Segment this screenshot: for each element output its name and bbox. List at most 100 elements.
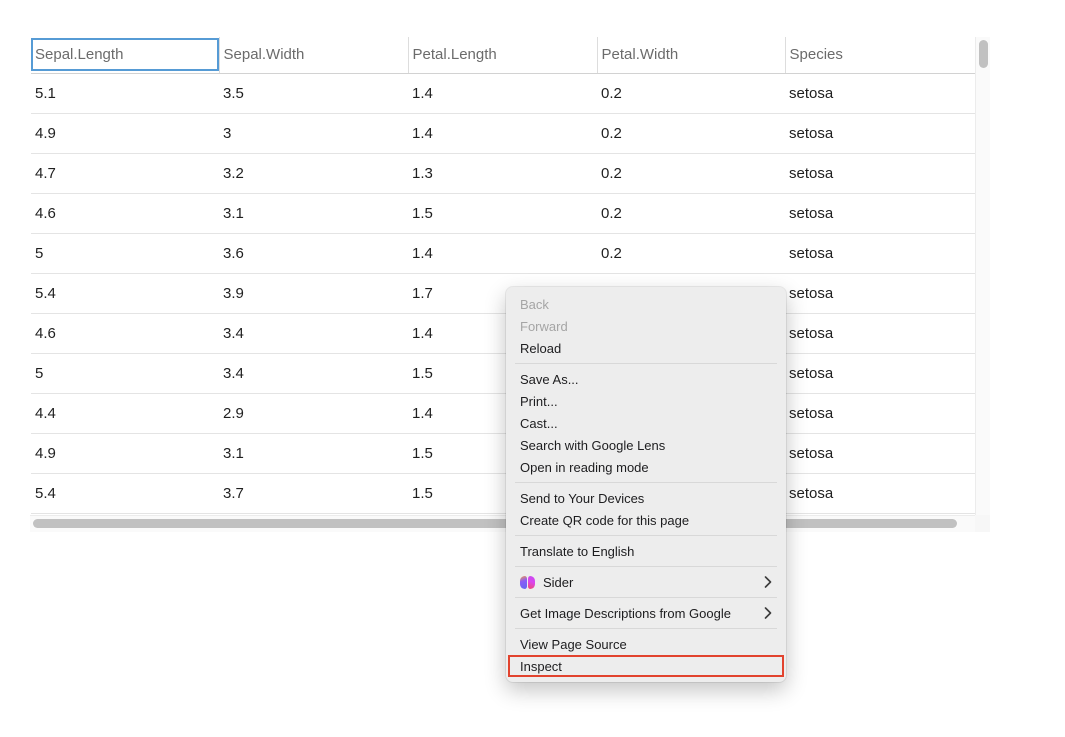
table-cell: 1.3 [408, 153, 597, 193]
table-row: 5.43.71.50.2setosa [31, 473, 975, 513]
table-row: 4.931.40.2setosa [31, 113, 975, 153]
table-cell: 0.2 [597, 193, 785, 233]
table-cell: setosa [785, 273, 975, 313]
menu-item-label: Sider [543, 575, 756, 590]
menu-item-label: Inspect [520, 659, 772, 674]
menu-item-open-in-reading-mode[interactable]: Open in reading mode [506, 456, 786, 478]
menu-item-label: Search with Google Lens [520, 438, 772, 453]
horizontal-scrollbar[interactable] [30, 515, 975, 532]
menu-item-back: Back [506, 293, 786, 315]
column-header-petal-length[interactable]: Petal.Length [408, 37, 597, 73]
menu-item-label: View Page Source [520, 637, 772, 652]
menu-item-sider[interactable]: Sider [506, 571, 786, 593]
menu-item-cast[interactable]: Cast... [506, 412, 786, 434]
table-body: 5.13.51.40.2setosa4.931.40.2setosa4.73.2… [31, 73, 975, 513]
menu-separator [515, 566, 777, 567]
column-header-label: Sepal.Width [224, 46, 305, 63]
menu-separator [515, 628, 777, 629]
column-header-label: Petal.Width [602, 46, 679, 63]
table-cell: 3.5 [219, 73, 408, 113]
table-cell: setosa [785, 393, 975, 433]
vertical-scrollbar-thumb[interactable] [979, 40, 988, 68]
table-cell: 0.2 [597, 73, 785, 113]
chevron-right-icon [764, 576, 772, 588]
column-header-species[interactable]: Species [785, 37, 975, 73]
table-cell: 3.1 [219, 433, 408, 473]
table-row: 4.63.41.40.3setosa [31, 313, 975, 353]
menu-item-save-as[interactable]: Save As... [506, 368, 786, 390]
menu-item-label: Print... [520, 394, 772, 409]
header-row: Sepal.Length Sepal.Width Petal.Length Petal… [31, 37, 975, 73]
table-cell: 1.5 [408, 193, 597, 233]
table-cell: 4.7 [31, 153, 219, 193]
column-header-sepal-width[interactable]: Sepal.Width [219, 37, 408, 73]
table-row: 4.42.91.40.2setosa [31, 393, 975, 433]
sider-brain-icon [520, 576, 535, 589]
column-header-label: Sepal.Length [35, 46, 123, 63]
table-cell: setosa [785, 313, 975, 353]
menu-item-reload[interactable]: Reload [506, 337, 786, 359]
table-cell: 1.4 [408, 113, 597, 153]
table-cell: setosa [785, 353, 975, 393]
table-row: 5.43.91.70.4setosa [31, 273, 975, 313]
table-cell: 3.2 [219, 153, 408, 193]
menu-item-label: Send to Your Devices [520, 491, 772, 506]
table-cell: 0.2 [597, 153, 785, 193]
table-cell: 3.1 [219, 193, 408, 233]
menu-item-label: Translate to English [520, 544, 772, 559]
table-cell: 2.9 [219, 393, 408, 433]
table-row: 4.63.11.50.2setosa [31, 193, 975, 233]
menu-separator [515, 597, 777, 598]
table-cell: 3 [219, 113, 408, 153]
menu-item-label: Cast... [520, 416, 772, 431]
column-header-petal-width[interactable]: Petal.Width [597, 37, 785, 73]
table-cell: setosa [785, 433, 975, 473]
table-cell: 5 [31, 233, 219, 273]
menu-item-label: Save As... [520, 372, 772, 387]
vertical-scrollbar[interactable] [975, 37, 990, 515]
menu-item-label: Forward [520, 319, 772, 334]
table-cell: 3.4 [219, 353, 408, 393]
menu-item-send-to-your-devices[interactable]: Send to Your Devices [506, 487, 786, 509]
column-header-sepal-length[interactable]: Sepal.Length [31, 37, 219, 73]
table-row: 4.93.11.50.1setosa [31, 433, 975, 473]
table-cell: 3.4 [219, 313, 408, 353]
table-cell: 1.4 [408, 233, 597, 273]
column-header-label: Species [790, 46, 843, 63]
horizontal-scrollbar-thumb[interactable] [33, 519, 957, 528]
menu-item-label: Get Image Descriptions from Google [520, 606, 756, 621]
menu-item-label: Open in reading mode [520, 460, 772, 475]
menu-separator [515, 535, 777, 536]
table-cell: 5 [31, 353, 219, 393]
menu-item-inspect[interactable]: Inspect [508, 655, 784, 677]
table-cell: 5.1 [31, 73, 219, 113]
table-cell: 4.4 [31, 393, 219, 433]
chevron-right-icon [764, 607, 772, 619]
menu-item-search-with-google-lens[interactable]: Search with Google Lens [506, 434, 786, 456]
menu-item-label: Back [520, 297, 772, 312]
menu-separator [515, 482, 777, 483]
menu-item-label: Create QR code for this page [520, 513, 772, 528]
menu-item-print[interactable]: Print... [506, 390, 786, 412]
table-row: 53.61.40.2setosa [31, 233, 975, 273]
table-cell: 3.9 [219, 273, 408, 313]
column-header-label: Petal.Length [413, 46, 497, 63]
page: { "table": { "columns": ["Sepal.Length",… [0, 0, 1065, 737]
scrollbar-corner [975, 515, 990, 532]
table-cell: 5.4 [31, 273, 219, 313]
table-cell: setosa [785, 473, 975, 513]
menu-item-translate-to-english[interactable]: Translate to English [506, 540, 786, 562]
menu-separator [515, 363, 777, 364]
table-cell: 4.9 [31, 113, 219, 153]
menu-item-view-page-source[interactable]: View Page Source [506, 633, 786, 655]
table-row: 53.41.50.2setosa [31, 353, 975, 393]
menu-item-get-image-descriptions-from-google[interactable]: Get Image Descriptions from Google [506, 602, 786, 624]
table-cell: setosa [785, 73, 975, 113]
menu-item-create-qr-code-for-this-page[interactable]: Create QR code for this page [506, 509, 786, 531]
table-cell: 0.2 [597, 113, 785, 153]
table-content: Sepal.Length Sepal.Width Petal.Length Petal… [30, 37, 975, 515]
table-cell: setosa [785, 233, 975, 273]
table-cell: 5.4 [31, 473, 219, 513]
table-cell: setosa [785, 153, 975, 193]
table-cell: 0.2 [597, 233, 785, 273]
